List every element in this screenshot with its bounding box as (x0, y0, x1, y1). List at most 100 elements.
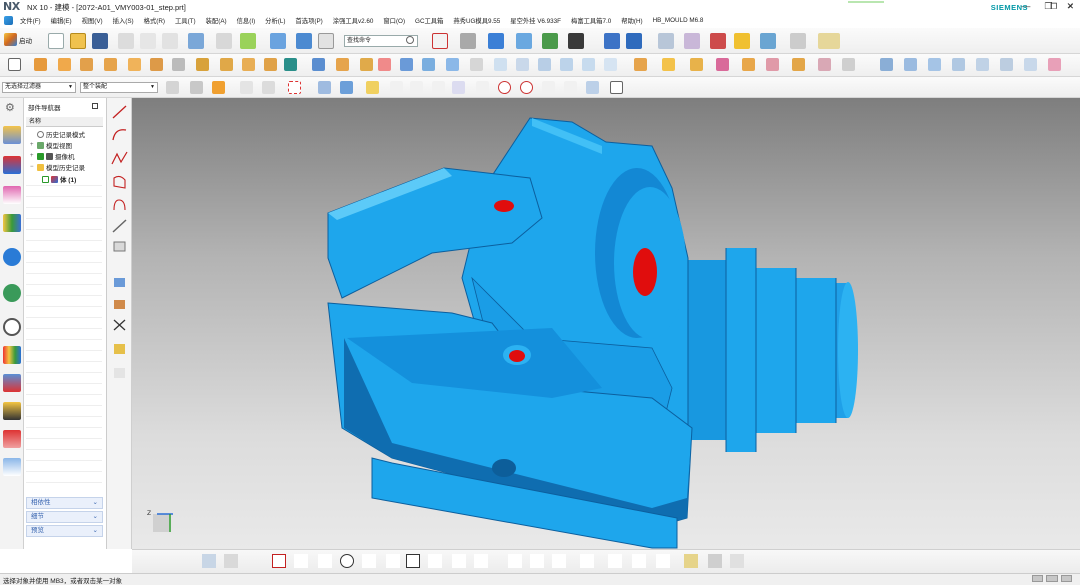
command-finder-icon[interactable] (240, 33, 256, 49)
fit-view-icon[interactable] (432, 33, 448, 49)
menu-item-file[interactable]: 文件(F) (15, 16, 46, 25)
ellipse-tool-icon[interactable] (474, 554, 488, 568)
cut-icon[interactable] (118, 33, 134, 49)
tree-item-model-history[interactable]: − 模型历史记录 (30, 162, 85, 172)
section-view-icon[interactable] (604, 33, 620, 49)
dimension-tool-icon[interactable] (656, 554, 670, 568)
grid-icon[interactable] (610, 81, 623, 94)
profile-icon[interactable] (272, 554, 286, 568)
menu-item-edit[interactable]: 编辑(E) (46, 16, 77, 25)
quadrant-snap-icon[interactable] (520, 81, 533, 94)
graphics-viewport[interactable] (132, 98, 1080, 549)
panel-details[interactable]: 细节 ⌄ (26, 511, 103, 523)
menu-item-format[interactable]: 格式(R) (139, 16, 170, 25)
endpoint-icon[interactable] (366, 81, 379, 94)
offset-curve-icon[interactable] (113, 199, 126, 211)
unite-icon[interactable] (264, 58, 277, 71)
wireframe-cube-icon[interactable] (516, 33, 532, 49)
line-tool-icon[interactable] (294, 554, 308, 568)
surface-5-icon[interactable] (976, 58, 989, 71)
gear-icon[interactable]: ⚙ (5, 101, 15, 114)
line-icon[interactable] (112, 105, 127, 119)
ruler-icon[interactable] (818, 33, 840, 49)
doc-restore-icon[interactable]: ❐ (1050, 2, 1057, 11)
extrude-icon[interactable] (34, 58, 47, 71)
arc-icon[interactable] (112, 129, 127, 141)
search-icon[interactable] (406, 36, 414, 44)
undo-icon[interactable] (188, 33, 204, 49)
selection-filter-dropdown[interactable]: 无选择过滤器 ▼ (2, 82, 76, 93)
intersection-snap-icon[interactable] (542, 81, 555, 94)
copy-face-icon[interactable] (582, 58, 595, 71)
part-navigator-icon[interactable] (3, 126, 21, 144)
trim-body-icon[interactable] (400, 58, 413, 71)
column-header-name[interactable]: 名称 (26, 117, 103, 127)
line-snap-icon[interactable] (390, 81, 403, 94)
maximize-icon[interactable] (92, 103, 98, 109)
new-file-icon[interactable] (48, 33, 64, 49)
edge-blend-icon[interactable] (336, 58, 349, 71)
extract-curve-icon[interactable] (114, 278, 125, 287)
shaded-cube-icon[interactable] (488, 33, 504, 49)
rectangle-tool-icon[interactable] (406, 554, 420, 568)
tree-item-body[interactable]: 体 (1) (42, 174, 76, 184)
history-icon[interactable] (3, 318, 21, 336)
tangent-snap-icon[interactable] (432, 81, 445, 94)
studio-spline-icon[interactable] (111, 151, 128, 165)
surface-2-icon[interactable] (904, 58, 917, 71)
trim-curve-icon[interactable] (112, 219, 127, 233)
manufacturing-wizard-icon[interactable] (3, 402, 21, 420)
boss-icon[interactable] (104, 58, 117, 71)
copy-icon[interactable] (140, 33, 156, 49)
feature-curve-icon[interactable] (262, 81, 275, 94)
section-curve-icon[interactable] (114, 344, 125, 354)
mold-tool-2-icon[interactable] (662, 58, 675, 71)
deselect-icon[interactable] (190, 81, 203, 94)
menu-item-yanxiu-mold[interactable]: 燕秀UG模具9.55 (448, 16, 505, 25)
mold-tool-9-icon[interactable] (842, 58, 855, 71)
polygon-tool-icon[interactable] (428, 554, 442, 568)
panel-preview[interactable]: 预览 ⌄ (26, 525, 103, 537)
mold-tool-8-icon[interactable] (818, 58, 831, 71)
process-studio-icon[interactable] (3, 374, 21, 392)
reuse-library-icon[interactable] (3, 214, 21, 232)
redo-icon[interactable] (216, 33, 232, 49)
panel-dependencies[interactable]: 相依性 ⌄ (26, 497, 103, 509)
assembly-navigator-icon[interactable] (3, 156, 21, 174)
menu-item-hb-mould[interactable]: HB_MOULD M6.8 (648, 17, 709, 24)
menu-item-info[interactable]: 信息(I) (232, 16, 261, 25)
snap-point-icon[interactable] (212, 81, 225, 94)
quick-extend-icon[interactable] (530, 554, 544, 568)
rectangle-select-icon[interactable] (288, 81, 301, 94)
3d-model-view[interactable] (132, 98, 1080, 549)
fillet-tool-icon[interactable] (362, 554, 376, 568)
circle-tool-icon[interactable] (340, 554, 354, 568)
surface-6-icon[interactable] (1000, 58, 1013, 71)
open-folder-icon[interactable] (70, 33, 86, 49)
menu-item-view[interactable]: 视图(V) (77, 16, 108, 25)
start-button[interactable]: 启动 (4, 33, 32, 46)
quick-trim-icon[interactable] (508, 554, 522, 568)
surface-4-icon[interactable] (952, 58, 965, 71)
surface-8-icon[interactable] (1048, 58, 1061, 71)
wcs-icon[interactable] (710, 33, 726, 49)
surface-3-icon[interactable] (928, 58, 941, 71)
auto-constrain-icon[interactable] (684, 554, 698, 568)
move-object-icon[interactable] (684, 33, 700, 49)
tree-item-model-views[interactable]: + 模型视图 (30, 140, 72, 150)
expand-icon[interactable]: + (30, 142, 35, 148)
menu-item-tuqiang-tools[interactable]: 涂强工具v2.60 (328, 16, 379, 25)
measure-icon[interactable] (734, 33, 750, 49)
menu-item-insert[interactable]: 插入(S) (108, 16, 139, 25)
emboss-icon[interactable] (196, 58, 209, 71)
project-curve-icon[interactable] (113, 241, 126, 252)
tree-item-camera[interactable]: + 摄像机 (30, 151, 75, 161)
revolve-icon[interactable] (58, 58, 71, 71)
isoparametric-icon[interactable] (114, 368, 125, 378)
cylinder-icon[interactable] (172, 58, 185, 71)
sketch-icon[interactable] (8, 58, 21, 71)
paste-face-icon[interactable] (604, 58, 617, 71)
move-face-icon[interactable] (494, 58, 507, 71)
pad-icon[interactable] (150, 58, 163, 71)
mirror-tool-icon[interactable] (608, 554, 622, 568)
